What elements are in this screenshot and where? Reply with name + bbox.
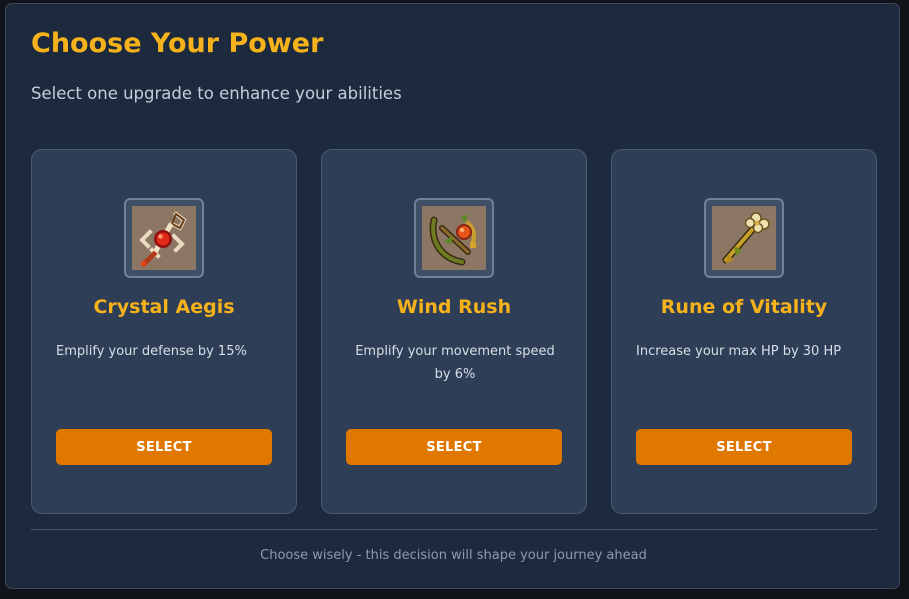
wind-rush-icon xyxy=(414,198,494,278)
footer-divider xyxy=(31,529,877,530)
modal-title: Choose Your Power xyxy=(31,28,324,59)
upgrade-card-wind-rush[interactable]: Wind Rush Emplify your movement speed by… xyxy=(321,149,587,514)
upgrade-card-crystal-aegis[interactable]: Crystal Aegis Emplify your defense by 15… xyxy=(31,149,297,514)
card-title: Rune of Vitality xyxy=(660,296,828,318)
card-description: Increase your max HP by 30 HP xyxy=(636,344,842,359)
footer-hint: Choose wisely - this decision will shape… xyxy=(260,548,647,563)
modal-subtitle: Select one upgrade to enhance your abili… xyxy=(31,84,402,103)
select-button-crystal-aegis[interactable]: SELECT xyxy=(56,429,272,465)
card-title: Wind Rush xyxy=(396,296,512,318)
upgrade-modal: Choose Your Power Select one upgrade to … xyxy=(5,3,900,589)
card-title: Crystal Aegis xyxy=(93,296,235,318)
select-button-wind-rush[interactable]: SELECT xyxy=(346,429,562,465)
crystal-aegis-icon xyxy=(124,198,204,278)
rune-of-vitality-icon xyxy=(704,198,784,278)
upgrade-card-list: Crystal Aegis Emplify your defense by 15… xyxy=(31,149,877,514)
card-description: Emplify your defense by 15% xyxy=(56,344,247,359)
upgrade-card-rune-of-vitality[interactable]: Rune of Vitality Increase your max HP by… xyxy=(611,149,877,514)
card-description: Emplify your movement speed by 6% xyxy=(355,344,555,382)
select-button-rune-of-vitality[interactable]: SELECT xyxy=(636,429,852,465)
